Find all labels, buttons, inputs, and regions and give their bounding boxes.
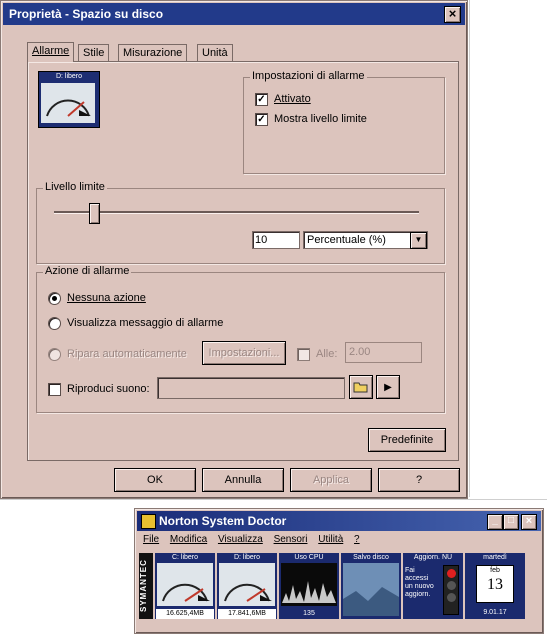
- cancel-button[interactable]: Annulla: [202, 468, 284, 492]
- dialog-title: Proprietà - Spazio su disco: [9, 7, 164, 21]
- repair-settings-button: Impostazioni...: [202, 341, 286, 365]
- sensor-cpu-usage[interactable]: Uso CPU 135: [279, 553, 339, 619]
- menu-visualizza[interactable]: Visualizza: [218, 534, 263, 545]
- alarm-settings-label: Impostazioni di allarme: [250, 70, 367, 82]
- symantec-brand-bar: SYMANTEC: [139, 553, 153, 619]
- auto-repair-radio: [48, 348, 61, 361]
- properties-dialog: Proprietà - Spazio su disco × Allarme St…: [0, 0, 468, 499]
- chevron-down-icon[interactable]: ▼: [410, 232, 427, 249]
- close-icon: ×: [448, 6, 457, 21]
- play-sound-checkbox[interactable]: [48, 383, 61, 396]
- sensor-nu-update[interactable]: Aggiorn. NU Fai accessi un nuovo aggiorn…: [403, 553, 463, 619]
- maximize-icon: □: [507, 515, 515, 526]
- menu-help[interactable]: ?: [354, 534, 360, 545]
- sensor-disk-saver[interactable]: Salvo disco: [341, 553, 401, 619]
- nsd-title: Norton System Doctor: [159, 514, 287, 528]
- play-sound-button[interactable]: ▶: [376, 375, 400, 399]
- menu-modifica[interactable]: Modifica: [170, 534, 207, 545]
- help-button[interactable]: ?: [378, 468, 460, 492]
- sound-file-field[interactable]: [157, 377, 345, 399]
- defaults-button[interactable]: Predefinite: [368, 428, 446, 452]
- limit-level-label: Livello limite: [43, 181, 107, 193]
- sensor-c-free[interactable]: C: libero 16.625,4MB: [155, 553, 215, 619]
- gauge-icon: [219, 563, 275, 606]
- tab-page: D: libero Impostazioni di allarme ✓ Atti…: [27, 61, 459, 461]
- minimize-icon: _: [492, 515, 498, 526]
- nsd-titlebar: Norton System Doctor _ □ ×: [137, 511, 541, 531]
- dialog-titlebar: Proprietà - Spazio su disco ×: [3, 3, 465, 25]
- no-action-label: Nessuna azione: [67, 292, 146, 304]
- menu-sensori[interactable]: Sensori: [274, 534, 308, 545]
- folder-icon: [353, 382, 368, 393]
- cpu-graph-icon: [281, 563, 337, 606]
- nsd-app-icon: [141, 514, 156, 529]
- page-divider: [469, 0, 470, 497]
- slider-thumb[interactable]: [89, 203, 100, 224]
- at-label: Alle:: [316, 348, 338, 360]
- play-icon: ▶: [384, 382, 392, 393]
- gauge-icon: [41, 83, 95, 123]
- landscape-icon: [343, 563, 399, 616]
- play-sound-label: Riproduci suono:: [67, 383, 150, 395]
- limit-level-group: Livello limite 10 Percentuale (%) ▼: [36, 181, 445, 264]
- activated-label: Attivato: [274, 93, 311, 105]
- activated-checkbox[interactable]: ✓: [255, 93, 268, 106]
- tab-stile[interactable]: Stile: [78, 44, 110, 62]
- browse-sound-button[interactable]: [349, 375, 373, 399]
- alarm-action-group: Azione di allarme Nessuna azione Visuali…: [36, 265, 445, 413]
- traffic-light-icon: [443, 565, 459, 615]
- ok-button[interactable]: OK: [114, 468, 196, 492]
- gauge-preview-label: D: libero: [55, 73, 83, 80]
- unit-select[interactable]: Percentuale (%) ▼: [303, 231, 428, 249]
- nsd-window: Norton System Doctor _ □ × File Modifica…: [134, 508, 544, 634]
- auto-repair-label: Ripara automaticamente: [67, 348, 187, 360]
- symantec-logo: SYMANTEC: [139, 559, 148, 613]
- alarm-action-label: Azione di allarme: [43, 265, 132, 277]
- at-checkbox: [297, 348, 310, 361]
- maximize-button[interactable]: □: [503, 514, 519, 530]
- repair-time-field: 2.00: [345, 342, 422, 363]
- nsd-close-button[interactable]: ×: [521, 514, 537, 530]
- gauge-icon: [157, 563, 213, 606]
- close-icon: ×: [525, 515, 533, 527]
- apply-button: Applica: [290, 468, 372, 492]
- minimize-button[interactable]: _: [487, 514, 503, 530]
- menu-utilita[interactable]: Utilità: [318, 534, 343, 545]
- show-limit-checkbox[interactable]: ✓: [255, 113, 268, 126]
- gauge-preview: D: libero: [38, 71, 100, 128]
- calendar-icon: feb 13: [476, 565, 514, 603]
- no-action-radio[interactable]: [48, 292, 61, 305]
- close-button[interactable]: ×: [444, 6, 461, 23]
- sensor-date[interactable]: martedì feb 13 9.01.17: [465, 553, 525, 619]
- nsd-menubar: File Modifica Visualizza Sensori Utilità…: [143, 534, 360, 545]
- slider-track: [54, 211, 419, 214]
- limit-value-field[interactable]: 10: [252, 231, 300, 249]
- tab-allarme[interactable]: Allarme: [27, 42, 75, 62]
- show-message-radio[interactable]: [48, 317, 61, 330]
- alarm-settings-group: Impostazioni di allarme ✓ Attivato ✓ Mos…: [243, 70, 445, 174]
- show-limit-label: Mostra livello limite: [274, 113, 367, 125]
- page-divider-bottom: [0, 499, 547, 500]
- tab-unita[interactable]: Unità: [197, 44, 233, 62]
- menu-file[interactable]: File: [143, 534, 159, 545]
- show-message-label: Visualizza messaggio di allarme: [67, 317, 224, 329]
- tab-strip: Allarme Stile Misurazione Unità: [27, 42, 257, 62]
- sensor-d-free[interactable]: D: libero 17.841,6MB: [217, 553, 277, 619]
- tab-misurazione[interactable]: Misurazione: [118, 44, 188, 62]
